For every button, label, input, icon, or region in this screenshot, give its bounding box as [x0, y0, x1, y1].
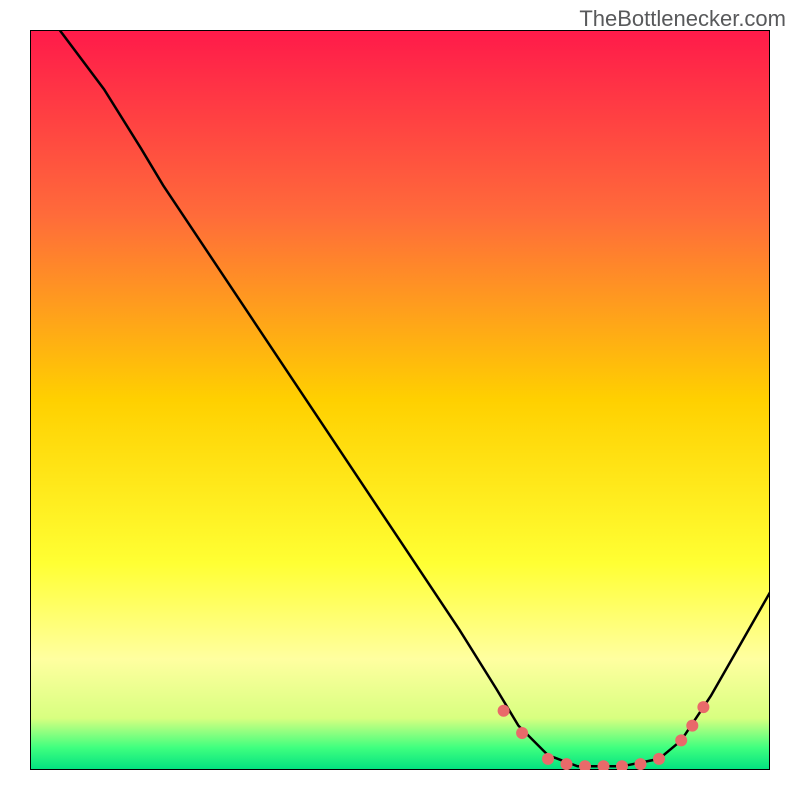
chart-background [30, 30, 770, 770]
data-marker [675, 734, 687, 746]
watermark-text: TheBottlenecker.com [579, 6, 786, 32]
data-marker [686, 720, 698, 732]
data-marker [653, 753, 665, 765]
data-marker [516, 727, 528, 739]
data-marker [697, 701, 709, 713]
data-marker [542, 753, 554, 765]
chart-svg [30, 30, 770, 770]
data-marker [635, 758, 647, 770]
chart-area [30, 30, 770, 770]
data-marker [498, 705, 510, 717]
data-marker [561, 758, 573, 770]
